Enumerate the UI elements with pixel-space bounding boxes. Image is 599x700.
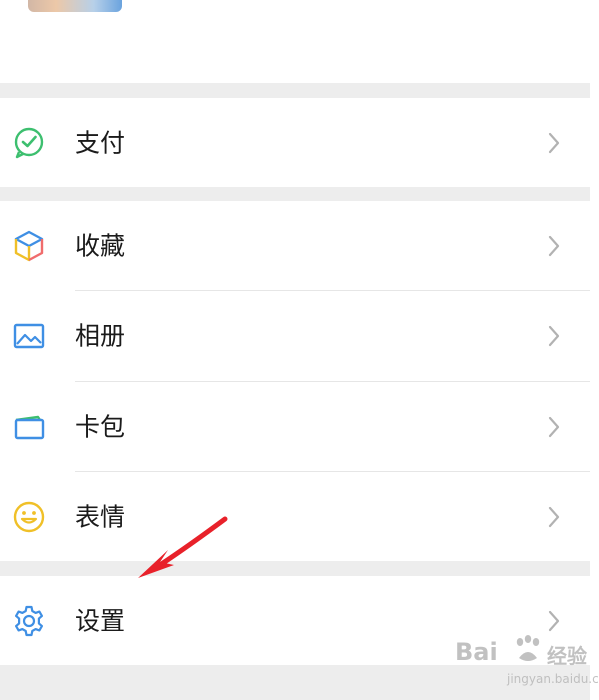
menu-item-label: 设置 <box>75 606 126 635</box>
watermark-brand: Bai <box>455 638 498 666</box>
watermark-url: jingyan.baidu.com <box>507 672 599 686</box>
profile-card[interactable] <box>0 0 590 83</box>
menu-item-album[interactable]: 相册 <box>0 291 590 380</box>
chevron-right-icon <box>545 504 563 530</box>
right-edge <box>590 0 599 700</box>
menu-item-label: 支付 <box>75 128 126 157</box>
card-wallet-icon <box>12 410 46 444</box>
paw-icon <box>511 634 545 664</box>
cube-icon <box>12 229 46 263</box>
chevron-right-icon <box>545 323 563 349</box>
me-page: 支付 收藏 相册 卡包 表情 设置 <box>0 0 590 700</box>
gear-icon <box>12 604 46 638</box>
menu-item-cards[interactable]: 卡包 <box>0 382 590 471</box>
menu-item-label: 表情 <box>75 502 126 531</box>
annotation-arrow-icon <box>130 510 240 590</box>
picture-icon <box>12 319 46 353</box>
menu-item-label: 卡包 <box>75 412 126 441</box>
menu-item-pay[interactable]: 支付 <box>0 98 590 187</box>
chevron-right-icon <box>545 414 563 440</box>
menu-item-emoji[interactable]: 表情 <box>0 472 590 561</box>
avatar[interactable] <box>28 0 122 12</box>
menu-item-label: 相册 <box>75 321 126 350</box>
wechat-pay-icon <box>12 126 46 160</box>
menu-item-favorites[interactable]: 收藏 <box>0 201 590 290</box>
pay-group: 支付 <box>0 98 590 187</box>
watermark-brand-suffix: 经验 <box>547 644 587 668</box>
smiley-icon <box>12 500 46 534</box>
features-group: 收藏 相册 卡包 表情 <box>0 201 590 561</box>
baidu-jingyan-watermark: Bai 经验 jingyan.baidu.com <box>455 630 599 690</box>
chevron-right-icon <box>545 130 563 156</box>
chevron-right-icon <box>545 233 563 259</box>
menu-item-label: 收藏 <box>75 231 126 260</box>
